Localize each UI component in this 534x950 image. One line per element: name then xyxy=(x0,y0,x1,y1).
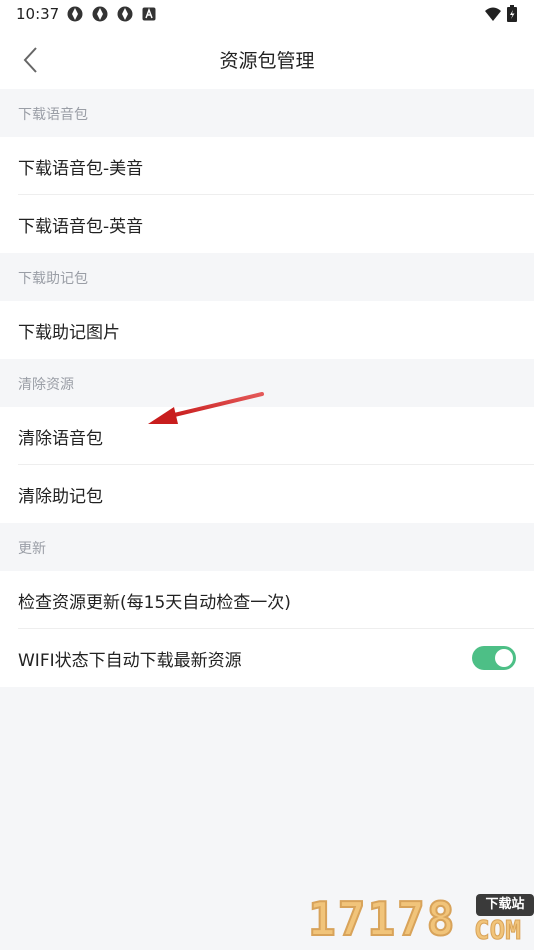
row-download-voice-us[interactable]: 下载语音包-美音 xyxy=(0,137,534,195)
section-header-download-voice: 下载语音包 xyxy=(0,89,534,137)
row-label: 清除助记包 xyxy=(18,487,103,507)
app-icon xyxy=(67,6,83,22)
nav-bar: 资源包管理 xyxy=(0,30,534,89)
row-check-updates[interactable]: 检查资源更新(每15天自动检查一次) xyxy=(0,571,534,629)
status-bar: 10:37 xyxy=(0,0,534,30)
row-label: WIFI状态下自动下载最新资源 xyxy=(18,651,242,671)
row-download-mnemonic-images[interactable]: 下载助记图片 xyxy=(0,301,534,359)
status-time: 10:37 xyxy=(16,5,60,23)
watermark-badge: 下载站 xyxy=(476,894,534,916)
toggle-knob xyxy=(495,649,513,667)
app-icon xyxy=(117,6,133,22)
app-icon xyxy=(92,6,108,22)
section-header-update: 更新 xyxy=(0,523,534,571)
page-title: 资源包管理 xyxy=(219,50,315,72)
row-label: 清除语音包 xyxy=(18,429,103,449)
annotation-arrow-icon xyxy=(148,392,264,424)
section-header-label: 下载语音包 xyxy=(18,107,88,123)
row-label: 检查资源更新(每15天自动检查一次) xyxy=(18,593,291,613)
row-label: 下载助记图片 xyxy=(18,323,120,343)
row-download-voice-uk[interactable]: 下载语音包-英音 xyxy=(0,195,534,253)
row-clear-mnemonic-pack[interactable]: 清除助记包 xyxy=(0,465,534,523)
section-header-label: 更新 xyxy=(18,541,46,557)
wifi-icon xyxy=(485,7,501,21)
section-header-label: 清除资源 xyxy=(18,377,74,393)
watermark-suffix: COM xyxy=(474,916,522,947)
row-wifi-auto-download: WIFI状态下自动下载最新资源 xyxy=(0,629,534,687)
watermark-logo: 17178 下载站 COM xyxy=(307,886,534,950)
row-label: 下载语音包-英音 xyxy=(18,217,144,237)
battery-icon xyxy=(507,5,517,22)
section-header-label: 下载助记包 xyxy=(18,271,88,287)
watermark-digits: 17178 xyxy=(307,891,457,947)
keyboard-icon xyxy=(142,7,156,21)
section-header-download-mnemonic: 下载助记包 xyxy=(0,253,534,301)
auto-download-toggle[interactable] xyxy=(472,646,516,670)
row-label: 下载语音包-美音 xyxy=(18,159,144,179)
